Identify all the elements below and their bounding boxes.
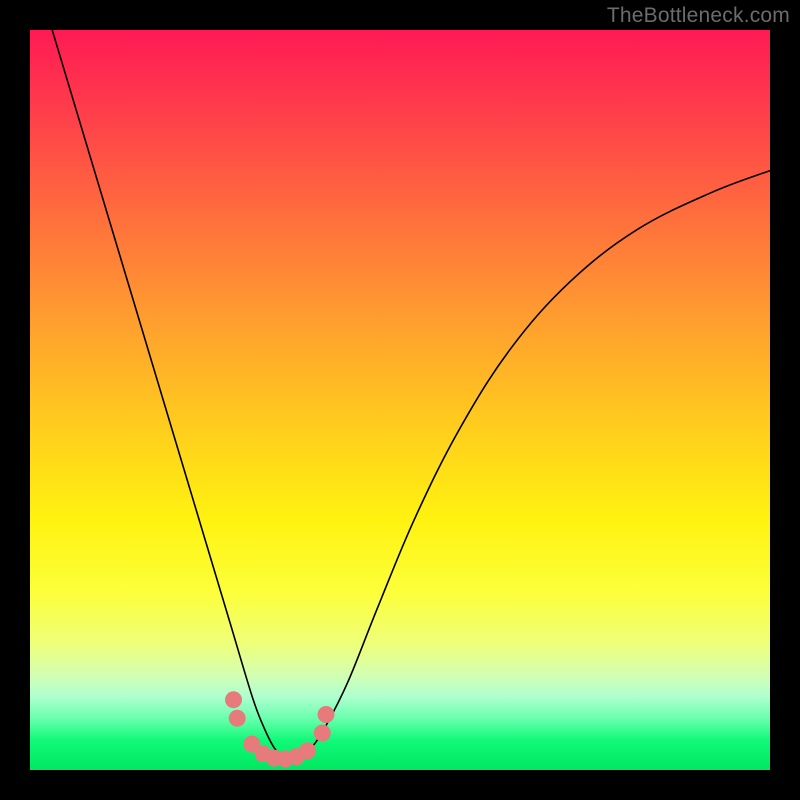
curve-marker	[314, 725, 331, 742]
curve-marker	[299, 742, 316, 759]
bottleneck-curve	[52, 30, 770, 760]
plot-area	[30, 30, 770, 770]
chart-frame: TheBottleneck.com	[0, 0, 800, 800]
marker-group	[225, 691, 335, 767]
watermark-text: TheBottleneck.com	[607, 4, 790, 28]
chart-svg	[30, 30, 770, 770]
curve-marker	[229, 710, 246, 727]
curve-marker	[225, 691, 242, 708]
curve-marker	[318, 706, 335, 723]
